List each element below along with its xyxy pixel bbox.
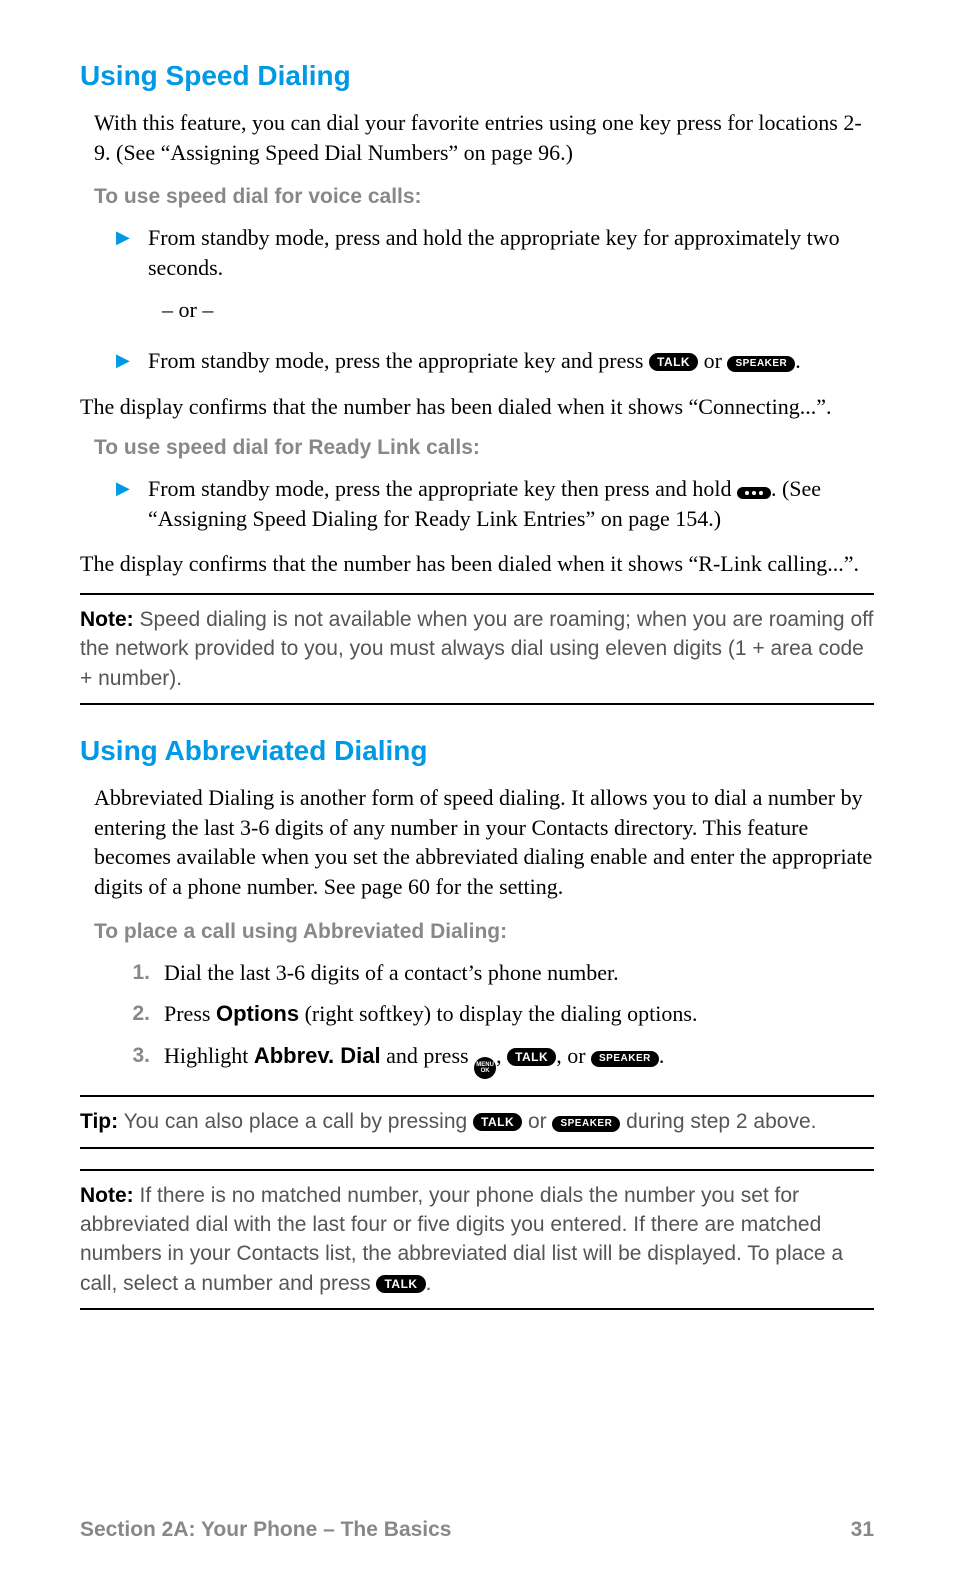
note-box: Note: If there is no matched number, you… (80, 1169, 874, 1311)
readylink-label: To use speed dial for Ready Link calls: (94, 436, 874, 460)
options-softkey-label: Options (216, 1001, 299, 1026)
page-number: 31 (851, 1518, 874, 1542)
talk-button-icon: TALK (507, 1048, 556, 1066)
note-body: Speed dialing is not available when you … (80, 608, 873, 690)
note-box: Note: Speed dialing is not available whe… (80, 593, 874, 705)
abbrev-sub-label: To place a call using Abbreviated Dialin… (94, 920, 874, 944)
step-item: 2. Press Options (right softkey) to disp… (116, 999, 874, 1029)
text-fragment: . (659, 1043, 665, 1068)
text-fragment: Press (164, 1001, 216, 1026)
speaker-button-icon: SPEAKER (552, 1116, 620, 1132)
triangle-bullet-icon: ▶ (116, 474, 148, 533)
step-text: Dial the last 3-6 digits of a contact’s … (164, 958, 874, 988)
text-fragment: , or (556, 1043, 591, 1068)
voice-calls-label: To use speed dial for voice calls: (94, 185, 874, 209)
note-label: Note: (80, 1184, 134, 1207)
bullet-text: From standby mode, press the appropriate… (148, 346, 874, 376)
text-fragment: If there is no matched number, your phon… (80, 1184, 843, 1295)
text-fragment: , (496, 1043, 507, 1068)
text-fragment: during step 2 above. (620, 1110, 816, 1133)
abbrev-dial-label: Abbrev. Dial (254, 1043, 381, 1068)
text-fragment: . (426, 1272, 432, 1295)
text-fragment: From standby mode, press the appropriate… (148, 348, 649, 373)
step-text: Highlight Abbrev. Dial and press MENUOK,… (164, 1041, 874, 1079)
text-fragment: or (698, 348, 727, 373)
bullet-text: From standby mode, press the appropriate… (148, 474, 874, 533)
heading-abbrev-dialing: Using Abbreviated Dialing (80, 735, 874, 767)
step-text: Press Options (right softkey) to display… (164, 999, 874, 1029)
tip-box: Tip: You can also place a call by pressi… (80, 1095, 874, 1148)
bullet-item: ▶ From standby mode, press and hold the … (116, 223, 874, 282)
triangle-bullet-icon: ▶ (116, 223, 148, 282)
dots-button-icon (737, 487, 771, 499)
talk-button-icon: TALK (376, 1275, 425, 1293)
menu-ok-button-icon: MENUOK (474, 1057, 496, 1079)
text-fragment: or (522, 1110, 552, 1133)
step-item: 3. Highlight Abbrev. Dial and press MENU… (116, 1041, 874, 1079)
note-label: Note: (80, 608, 134, 631)
footer-section-label: Section 2A: Your Phone – The Basics (80, 1518, 452, 1542)
speaker-button-icon: SPEAKER (591, 1051, 659, 1067)
text-fragment: (right softkey) to display the dialing o… (299, 1001, 697, 1026)
step-number: 3. (116, 1041, 164, 1079)
bullet-text: From standby mode, press and hold the ap… (148, 223, 874, 282)
text-fragment: From standby mode, press the appropriate… (148, 476, 737, 501)
text-fragment: and press (381, 1043, 474, 1068)
text-fragment: You can also place a call by pressing (118, 1110, 473, 1133)
confirm-text: The display confirms that the number has… (80, 549, 874, 579)
step-number: 2. (116, 999, 164, 1029)
or-text: – or – (162, 295, 874, 325)
intro-paragraph: With this feature, you can dial your fav… (94, 108, 874, 167)
intro-paragraph: Abbreviated Dialing is another form of s… (94, 783, 874, 902)
heading-speed-dialing: Using Speed Dialing (80, 60, 874, 92)
text-fragment: Highlight (164, 1043, 254, 1068)
talk-button-icon: TALK (473, 1113, 522, 1131)
talk-button-icon: TALK (649, 353, 698, 371)
step-item: 1. Dial the last 3-6 digits of a contact… (116, 958, 874, 988)
bullet-item: ▶ From standby mode, press the appropria… (116, 474, 874, 533)
bullet-item: ▶ From standby mode, press the appropria… (116, 346, 874, 376)
triangle-bullet-icon: ▶ (116, 346, 148, 376)
tip-label: Tip: (80, 1110, 118, 1133)
or-separator-row: – or – (116, 295, 874, 335)
step-number: 1. (116, 958, 164, 988)
text-fragment: . (795, 348, 801, 373)
confirm-text: The display confirms that the number has… (80, 392, 874, 422)
speaker-button-icon: SPEAKER (727, 356, 795, 372)
